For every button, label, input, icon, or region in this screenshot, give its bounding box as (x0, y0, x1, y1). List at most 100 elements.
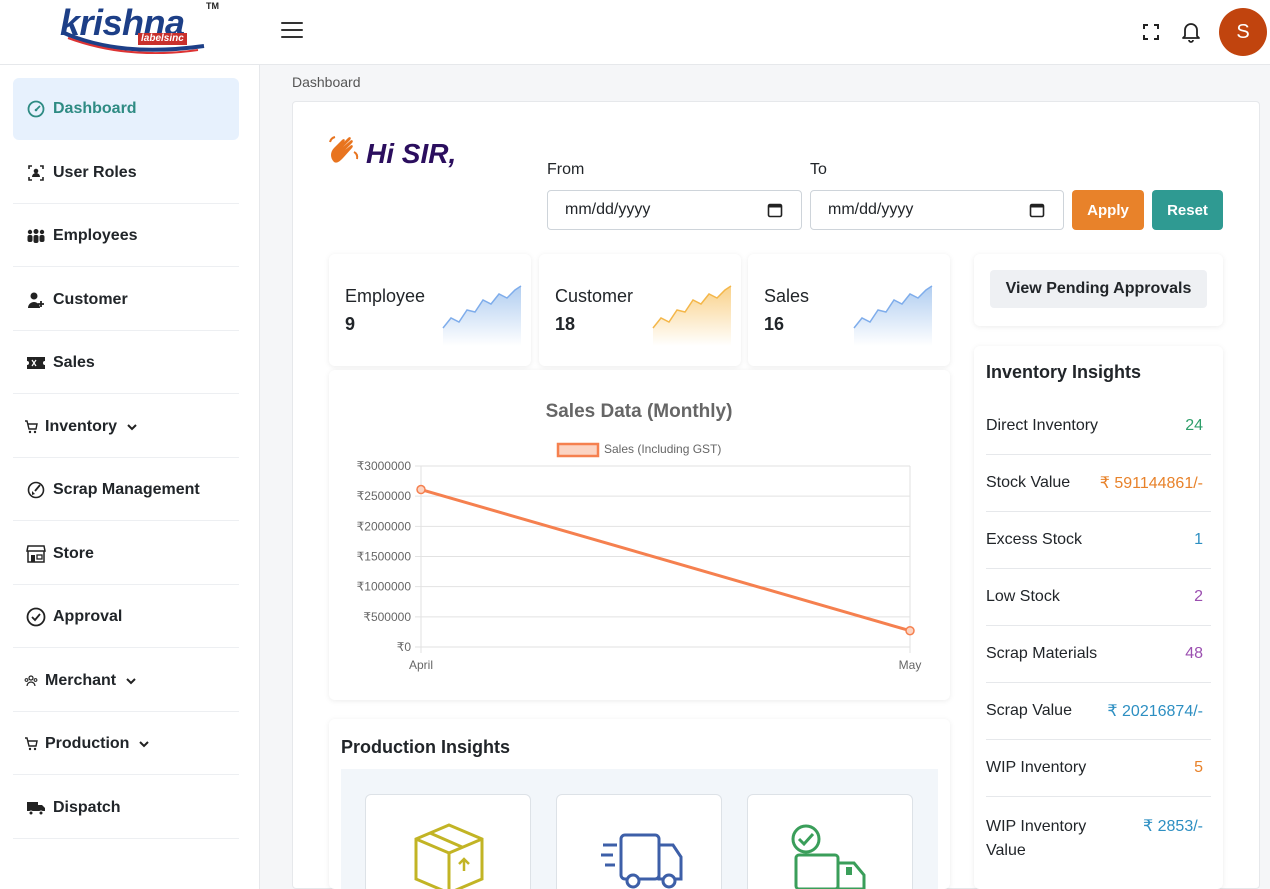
sidebar-item-employees[interactable]: Employees (13, 205, 239, 267)
sparkline-sales (853, 285, 933, 346)
legend-label[interactable]: Sales (Including GST) (604, 442, 721, 456)
stat-card-customer: Customer 18 (539, 254, 741, 366)
sidebar-item-scrap-management[interactable]: Scrap Management (13, 459, 239, 521)
apply-button[interactable]: Apply (1072, 190, 1144, 230)
check-circle-icon (25, 607, 47, 627)
pending-approvals-card: View Pending Approvals (974, 254, 1223, 326)
sidebar-item-label: User Roles (53, 163, 137, 181)
inventory-row: WIP Inventory 5 (986, 740, 1211, 797)
from-label: From (547, 161, 585, 178)
sidebar-item-merchant[interactable]: Merchant (13, 650, 239, 712)
sidebar-item-label: Production (45, 734, 130, 752)
truck-icon (25, 798, 47, 818)
sales-chart: Sales Data (Monthly) Sales (Including GS… (357, 401, 922, 672)
sidebar-item-dashboard[interactable]: Dashboard (13, 78, 239, 140)
greeting: Hi SIR, (328, 136, 456, 171)
from-date-value: mm/dd/yyyy (565, 201, 651, 218)
group-icon (23, 671, 39, 691)
sidebar-item-user-roles[interactable]: User Roles (13, 142, 239, 204)
sidebar-item-inventory[interactable]: Inventory (13, 396, 239, 458)
sidebar-item-label: Approval (53, 607, 123, 625)
stat-card-employee: Employee 9 (329, 254, 531, 366)
bell-icon[interactable] (1179, 20, 1203, 44)
greeting-text: Hi SIR, (366, 137, 457, 169)
menu-toggle-button[interactable] (281, 22, 303, 42)
inventory-row-label: Scrap Value (986, 702, 1072, 719)
wave-hand-icon (328, 136, 360, 171)
sidebar-item-production[interactable]: Production (13, 713, 239, 775)
inventory-row: WIP Inventory Value ₹ 2853/- (986, 797, 1211, 867)
inventory-row: Scrap Value ₹ 20216874/- (986, 683, 1211, 740)
production-tiles-area (341, 769, 938, 889)
inventory-row: Direct Inventory 24 (986, 398, 1211, 455)
sidebar-item-dispatch[interactable]: Dispatch (13, 777, 239, 839)
view-pending-approvals-button[interactable]: View Pending Approvals (990, 270, 1207, 308)
production-tile[interactable] (365, 794, 531, 889)
to-date-input[interactable]: mm/dd/yyyy (810, 190, 1064, 230)
series-line (420, 488, 911, 633)
ticket-icon (25, 353, 47, 373)
chart-y-ticks: ₹3000000 ₹2500000 ₹2000000 ₹1500000 ₹1000000… (357, 459, 412, 654)
user-roles-icon (25, 163, 47, 183)
chart-x-ticks: April May (409, 658, 921, 672)
y-tick-label: ₹2500000 (357, 489, 412, 503)
sidebar-item-label: Customer (53, 290, 128, 308)
sidebar: Dashboard User Roles Employees Customer … (0, 65, 260, 889)
gauge-icon (25, 99, 47, 119)
cart-icon (23, 417, 39, 437)
y-tick-label: ₹2000000 (357, 519, 412, 533)
fullscreen-icon[interactable] (1139, 20, 1163, 44)
production-tile[interactable] (556, 794, 722, 889)
avatar[interactable]: S (1219, 8, 1267, 56)
calendar-icon[interactable] (1029, 202, 1045, 223)
sidebar-item-approval[interactable]: Approval (13, 586, 239, 648)
chevron-down-icon (139, 740, 150, 748)
inventory-insights-title: Inventory Insights (986, 362, 1142, 382)
breadcrumb[interactable]: Dashboard (292, 74, 361, 90)
cart-icon (23, 734, 39, 754)
sidebar-item-label: Sales (53, 353, 95, 371)
sidebar-item-label: Scrap Management (53, 480, 200, 498)
sidebar-item-label: Employees (53, 226, 138, 244)
stat-card-sales: Sales 16 (748, 254, 950, 366)
chevron-down-icon (127, 423, 137, 431)
reset-button[interactable]: Reset (1152, 190, 1223, 230)
inventory-row-label: Scrap Materials (986, 645, 1098, 662)
sidebar-item-label: Store (53, 544, 94, 562)
inventory-row-label: Excess Stock (986, 531, 1083, 548)
production-tile[interactable] (747, 794, 913, 889)
logo-subtext: labelsinc (138, 33, 187, 45)
calendar-icon[interactable] (767, 202, 783, 223)
sidebar-item-store[interactable]: Store (13, 523, 239, 585)
inventory-row-label: WIP Inventory (986, 759, 1087, 776)
inventory-row-value: ₹ 20216874/- (1107, 703, 1203, 720)
from-date-input[interactable]: mm/dd/yyyy (547, 190, 802, 230)
sidebar-item-label: Merchant (45, 671, 117, 689)
stat-title: Customer (555, 286, 634, 306)
user-plus-icon (25, 290, 47, 310)
inventory-row: Excess Stock 1 (986, 512, 1211, 569)
y-tick-label: ₹3000000 (357, 459, 412, 473)
chart-title: Sales Data (Monthly) (546, 401, 733, 422)
stat-value: 18 (555, 314, 576, 334)
sidebar-item-label: Inventory (45, 417, 118, 435)
x-tick-label: April (409, 658, 433, 672)
y-tick-label: ₹1000000 (357, 580, 412, 594)
top-bar: krishna labelsinc TM S (0, 0, 1270, 65)
delivered-truck-icon (791, 824, 866, 889)
sidebar-item-sales[interactable]: Sales (13, 332, 239, 394)
brand-logo[interactable]: krishna labelsinc TM (58, 1, 219, 58)
inventory-row-label: Stock Value (986, 474, 1071, 491)
stat-title: Employee (345, 286, 426, 306)
production-insights-card: Production Insights (329, 719, 950, 889)
sidebar-item-label: Dispatch (53, 798, 121, 816)
inventory-insights-card: Inventory Insights Direct Inventory 24 S… (974, 346, 1223, 889)
store-icon (25, 544, 47, 564)
people-icon (25, 226, 47, 246)
chart-series (416, 484, 915, 636)
hamburger-line (281, 29, 303, 31)
box-icon (414, 823, 484, 889)
stat-title: Sales (764, 286, 810, 306)
sidebar-item-customer[interactable]: Customer (13, 269, 239, 331)
chevron-down-icon (126, 677, 136, 685)
